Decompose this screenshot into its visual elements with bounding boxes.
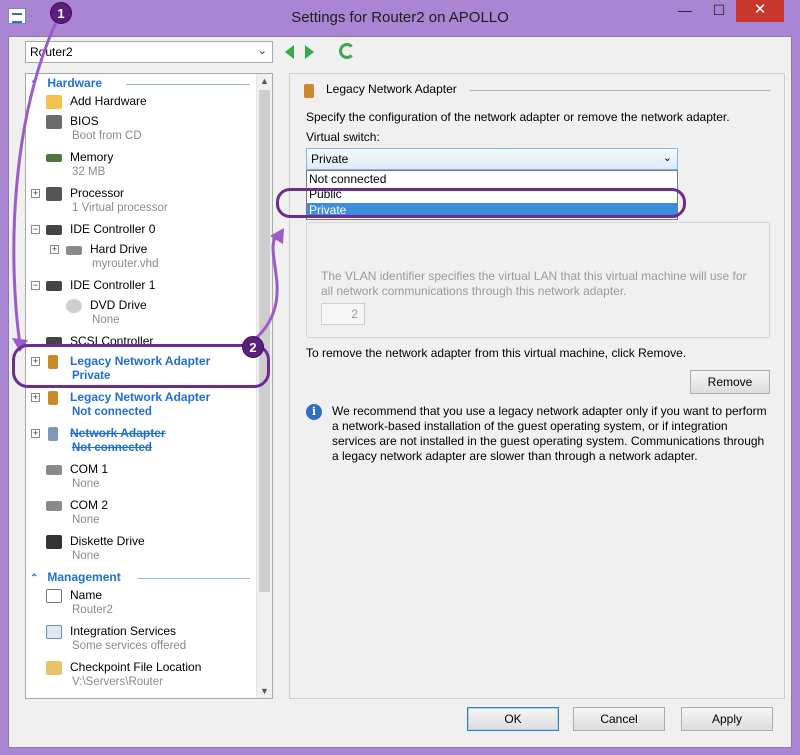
- settings-window: Settings for Router2 on APOLLO — ☐ ✕ Rou…: [0, 0, 800, 755]
- callout-badge-2: 2: [242, 336, 264, 358]
- callout-2-arrow: [253, 232, 280, 342]
- callout-2-arrowhead: [270, 228, 284, 244]
- callout-badge-1: 1: [50, 2, 72, 24]
- callout-1-arrow: [12, 17, 60, 346]
- callout-highlight-private: [276, 188, 686, 218]
- callout-highlight-adapter: [12, 344, 270, 388]
